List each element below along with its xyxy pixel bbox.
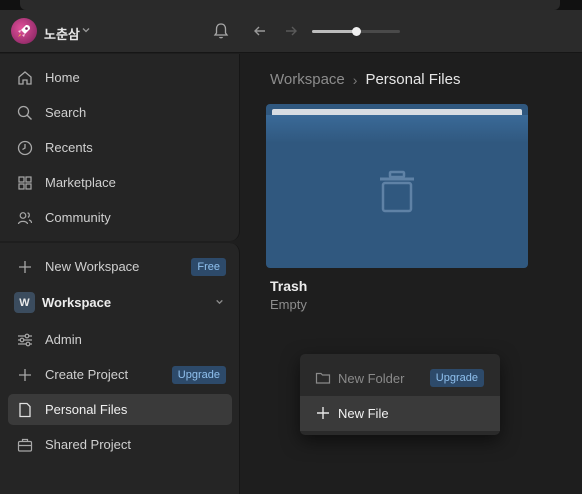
free-badge: Free bbox=[191, 258, 226, 276]
menu-item-new-file[interactable]: New File bbox=[300, 396, 500, 431]
window-tab bbox=[20, 0, 560, 10]
trash-subtitle: Empty bbox=[270, 297, 307, 312]
sidebar-item-label: Admin bbox=[45, 332, 82, 347]
rocket-icon bbox=[18, 25, 30, 37]
top-bar: 노춘삼 bbox=[0, 10, 582, 53]
avatar[interactable] bbox=[11, 18, 37, 44]
sidebar-item-label: Create Project bbox=[45, 367, 129, 382]
sidebar-item-create-project[interactable]: Create Project Upgrade bbox=[8, 359, 232, 390]
sidebar-item-recents[interactable]: Recents bbox=[8, 132, 232, 163]
workspace-switcher[interactable]: W Workspace bbox=[8, 287, 232, 318]
sliders-icon bbox=[18, 333, 32, 347]
chevron-down-icon[interactable] bbox=[82, 26, 90, 34]
plus-icon bbox=[19, 261, 31, 273]
breadcrumb: Workspace › Personal Files bbox=[270, 71, 460, 88]
plus-icon bbox=[317, 407, 329, 419]
folder-icon bbox=[315, 372, 331, 384]
zoom-slider-fill bbox=[312, 30, 356, 33]
bell-icon[interactable] bbox=[212, 22, 230, 40]
sidebar-item-label: Home bbox=[45, 70, 80, 85]
sidebar-item-label: Recents bbox=[45, 140, 93, 155]
breadcrumb-separator: › bbox=[352, 71, 358, 88]
sidebar-item-shared-project[interactable]: Shared Project bbox=[8, 429, 232, 460]
trash-icon bbox=[380, 170, 414, 213]
sidebar-item-label: Community bbox=[45, 210, 111, 225]
username[interactable]: 노춘삼 bbox=[44, 24, 80, 43]
trash-title: Trash bbox=[270, 278, 308, 294]
clock-icon bbox=[17, 140, 33, 156]
sidebar-item-search[interactable]: Search bbox=[8, 97, 232, 128]
sidebar-item-label: Search bbox=[45, 105, 87, 120]
sidebar-item-label: Shared Project bbox=[45, 437, 131, 452]
new-workspace-button[interactable]: New Workspace Free bbox=[8, 251, 232, 282]
breadcrumb-current: Personal Files bbox=[365, 71, 461, 88]
breadcrumb-workspace[interactable]: Workspace bbox=[270, 71, 345, 88]
sidebar-item-admin[interactable]: Admin bbox=[8, 324, 232, 355]
sidebar-item-label: Marketplace bbox=[45, 175, 116, 190]
search-icon bbox=[17, 105, 32, 120]
new-item-menu: New Folder Upgrade New File bbox=[300, 354, 500, 435]
workspace-avatar: W bbox=[14, 292, 35, 313]
window-top-strip bbox=[0, 0, 582, 10]
upgrade-badge[interactable]: Upgrade bbox=[171, 366, 226, 384]
arrow-right-icon[interactable] bbox=[283, 23, 299, 39]
workspace-name: Workspace bbox=[42, 295, 112, 310]
grid-icon bbox=[18, 176, 32, 190]
trash-folder-card[interactable] bbox=[266, 104, 528, 268]
users-icon bbox=[17, 212, 33, 225]
menu-item-label: New Folder bbox=[338, 371, 405, 386]
sidebar-item-personal-files[interactable]: Personal Files bbox=[8, 394, 232, 425]
arrow-left-icon[interactable] bbox=[252, 23, 268, 39]
menu-item-new-folder[interactable]: New Folder Upgrade bbox=[300, 361, 500, 396]
file-icon bbox=[19, 402, 31, 418]
sidebar-workspace-nav: New Workspace Free W Workspace Admin Cre… bbox=[0, 243, 240, 494]
folder-flap bbox=[266, 115, 528, 143]
new-workspace-label: New Workspace bbox=[45, 259, 140, 274]
briefcase-icon bbox=[17, 438, 33, 452]
chevron-down-icon[interactable] bbox=[215, 297, 224, 306]
plus-icon bbox=[19, 369, 31, 381]
sidebar-item-label: Personal Files bbox=[45, 402, 128, 417]
sidebar-primary-nav: Home Search Recents Marketplace Communit… bbox=[0, 54, 240, 241]
zoom-slider[interactable] bbox=[312, 27, 400, 36]
sidebar-item-home[interactable]: Home bbox=[8, 62, 232, 93]
sidebar-item-community[interactable]: Community bbox=[8, 202, 232, 233]
home-icon bbox=[18, 71, 32, 85]
sidebar-item-marketplace[interactable]: Marketplace bbox=[8, 167, 232, 198]
menu-item-label: New File bbox=[338, 406, 389, 421]
zoom-slider-thumb[interactable] bbox=[351, 27, 361, 36]
upgrade-badge[interactable]: Upgrade bbox=[429, 369, 484, 387]
